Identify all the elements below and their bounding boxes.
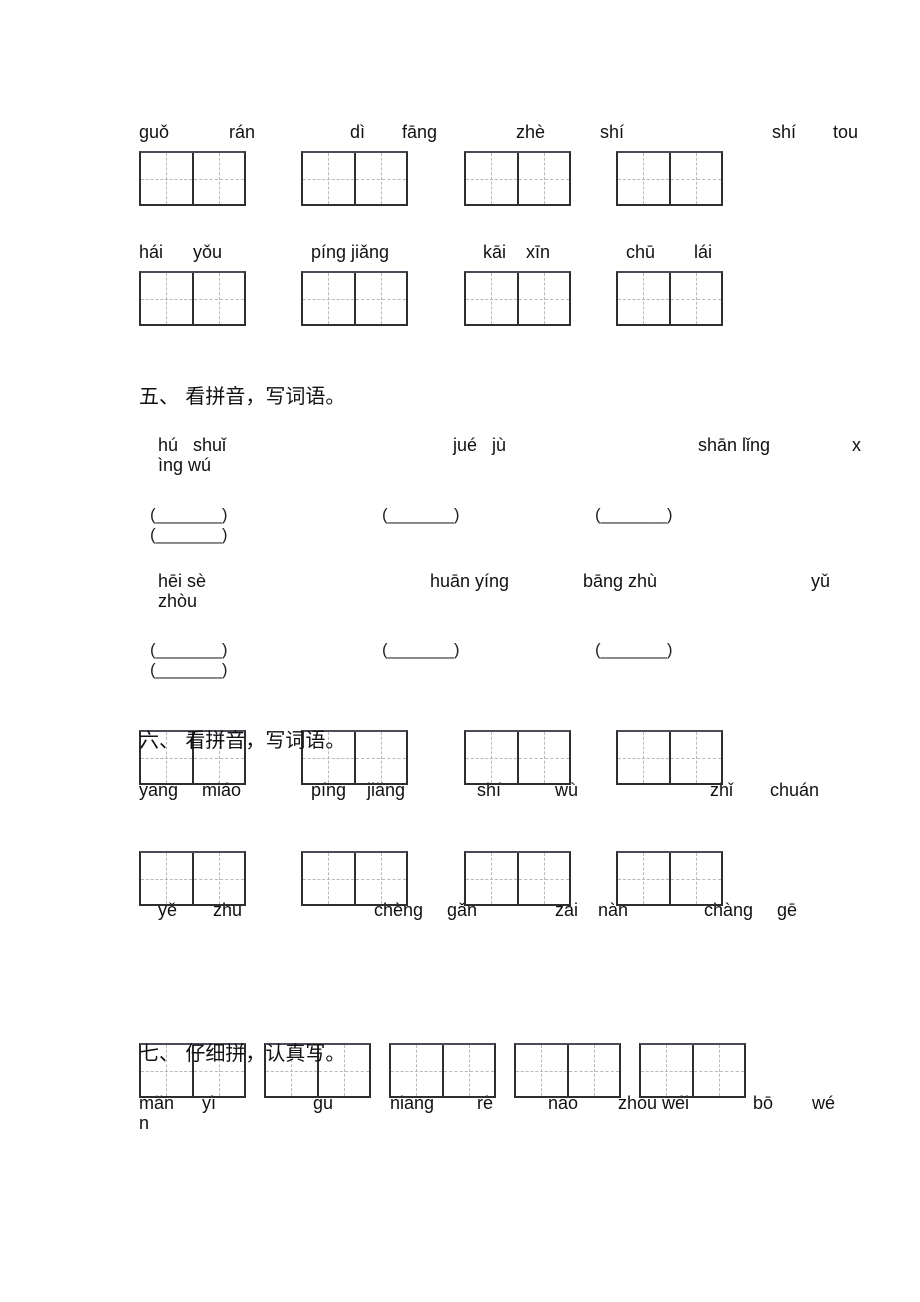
answer-blank: (_______) <box>150 525 228 544</box>
writing-grid <box>464 271 571 326</box>
answer-blank: (_______) <box>595 640 673 659</box>
pinyin-label: zhè <box>516 122 546 142</box>
pinyin-label: xīn <box>526 242 551 262</box>
grid-cell <box>566 1045 620 1096</box>
pinyin-label: kāi <box>483 242 507 262</box>
grid-cell <box>516 853 570 904</box>
pinyin-label: n <box>139 1113 150 1133</box>
grid-cell <box>191 273 245 324</box>
pinyin-label: shí <box>600 122 625 142</box>
section-title: 六、 看拼音，写词语。 <box>139 728 346 752</box>
writing-grid <box>464 730 571 785</box>
writing-grid <box>616 851 723 906</box>
grid-cell <box>466 732 517 783</box>
answer-blank: (_______) <box>382 640 460 659</box>
grid-cell <box>641 1045 692 1096</box>
section-title: 七、 仔细拼，认真写。 <box>139 1041 346 1065</box>
grid-cell <box>668 732 722 783</box>
pinyin-label: chuán <box>770 780 820 800</box>
writing-grid <box>616 151 723 206</box>
writing-grid <box>616 730 723 785</box>
grid-cell <box>516 273 570 324</box>
answer-blank: (_______) <box>150 660 228 679</box>
grid-cell <box>618 153 669 204</box>
pinyin-label: yǒu <box>193 242 223 262</box>
grid-cell <box>691 1045 745 1096</box>
pinyin-label: fāng <box>402 122 438 142</box>
grid-cell <box>391 1045 442 1096</box>
grid-cell <box>353 153 407 204</box>
grid-cell <box>618 853 669 904</box>
pinyin-label: x <box>852 435 861 455</box>
pinyin-label: rán <box>229 122 256 142</box>
answer-blank: (_______) <box>382 505 460 524</box>
writing-grid <box>301 151 408 206</box>
pinyin-label: píng jiǎng <box>311 242 390 262</box>
grid-cell <box>441 1045 495 1096</box>
grid-cell <box>303 153 354 204</box>
grid-cell <box>191 153 245 204</box>
grid-cell <box>668 273 722 324</box>
pinyin-label: gē <box>777 900 798 920</box>
answer-blank: (_______) <box>150 640 228 659</box>
grid-cell <box>353 853 407 904</box>
pinyin-label: bō <box>753 1093 774 1113</box>
writing-grid <box>139 151 246 206</box>
writing-grid <box>301 271 408 326</box>
grid-cell <box>466 273 517 324</box>
writing-grid <box>514 1043 621 1098</box>
grid-cell <box>516 732 570 783</box>
pinyin-label: dì <box>350 122 366 142</box>
writing-grid <box>639 1043 746 1098</box>
grid-cell <box>516 153 570 204</box>
pinyin-label: hái <box>139 242 164 262</box>
pinyin-label: ìng wú <box>158 455 212 475</box>
pinyin-label: yǔ <box>811 571 831 591</box>
pinyin-label: guǒ <box>139 122 170 142</box>
section-title: 五、 看拼音，写词语。 <box>139 384 346 408</box>
pinyin-label: chū <box>626 242 656 262</box>
grid-cell <box>141 273 192 324</box>
grid-cell <box>516 1045 567 1096</box>
grid-cell <box>618 732 669 783</box>
writing-grid <box>139 851 246 906</box>
pinyin-label: tou <box>833 122 859 142</box>
grid-cell <box>353 732 407 783</box>
pinyin-label: shān lǐng <box>698 435 771 455</box>
writing-grid <box>389 1043 496 1098</box>
grid-cell <box>303 853 354 904</box>
pinyin-label: lái <box>694 242 713 262</box>
grid-cell <box>466 853 517 904</box>
pinyin-label: bāng zhù <box>583 571 658 591</box>
writing-grid <box>464 851 571 906</box>
grid-cell <box>668 853 722 904</box>
grid-cell <box>141 153 192 204</box>
pinyin-label: wé <box>812 1093 836 1113</box>
pinyin-label: jué jù <box>453 435 507 455</box>
writing-grid <box>301 851 408 906</box>
pinyin-label: shí <box>772 122 797 142</box>
pinyin-label: hēi sè <box>158 571 207 591</box>
grid-cell <box>618 273 669 324</box>
answer-blank: (_______) <box>595 505 673 524</box>
pinyin-label: zhòu <box>158 591 198 611</box>
writing-grid <box>464 151 571 206</box>
writing-grid <box>139 271 246 326</box>
grid-cell <box>303 273 354 324</box>
pinyin-label: hú shuǐ <box>158 435 227 455</box>
answer-blank: (_______) <box>150 505 228 524</box>
writing-grid <box>616 271 723 326</box>
grid-cell <box>353 273 407 324</box>
grid-cell <box>668 153 722 204</box>
pinyin-label: huān yíng <box>430 571 510 591</box>
grid-cell <box>141 853 192 904</box>
grid-cell <box>466 153 517 204</box>
grid-cell <box>191 853 245 904</box>
